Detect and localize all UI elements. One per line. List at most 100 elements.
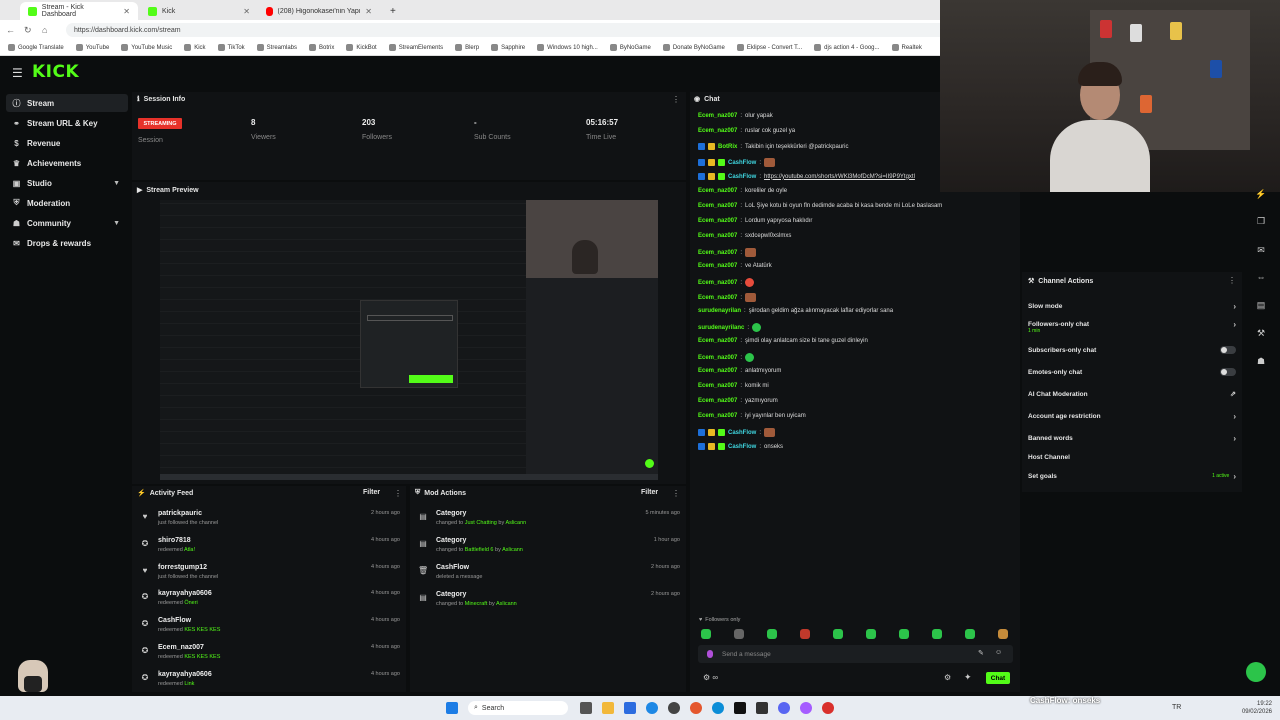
more-options-icon[interactable]: ⋮ [672,95,680,104]
discord-icon[interactable] [778,702,790,714]
mod-action-item[interactable]: 🗑 CashFlow deleted a message 2 hours ago [418,564,680,586]
activity-item[interactable]: ✪ shiro7818 redeemed Atla! 4 hours ago [140,537,400,559]
chevron-down-icon[interactable]: ▼ [113,180,120,187]
channel-action-control[interactable]: › [1233,434,1236,443]
chat-message[interactable]: Ecem_naz007: ve Atatürk [698,263,772,269]
file-explorer-icon[interactable] [602,702,614,714]
chat-username[interactable]: Ecem_naz007 [698,113,737,119]
language-indicator[interactable]: TR [1172,704,1181,711]
bookmark-item[interactable]: TikTok [217,44,245,51]
chat-username[interactable]: Ecem_naz007 [698,338,737,344]
activity-filter-button[interactable]: Filter [363,489,380,496]
chat-link[interactable]: https://youtube.com/shorts/rWKl3MofDcM?s… [764,174,915,180]
channel-action-banned-words[interactable]: Banned words › [1028,431,1240,445]
activity-username[interactable]: kayrayahya0606 [158,590,212,597]
chat-message[interactable]: Ecem_naz007: koreliler de oyle [698,188,787,194]
browser-tab[interactable]: Stream - Kick Dashboard ✕ [20,2,138,20]
channel-action-control[interactable]: › [1233,302,1236,311]
activity-username[interactable]: patrickpauric [158,510,202,517]
chat-username[interactable]: Ecem_naz007 [698,383,737,389]
chat-message[interactable]: Ecem_naz007: sxdcepwl0xslmxs [698,233,791,239]
chat-message[interactable]: Ecem_naz007: Lordum yapıyosa haklıdır [698,218,812,224]
quick-emote-icon[interactable] [932,629,942,639]
sidebar-item[interactable]: ♛ Achievements [6,154,128,172]
copy-icon[interactable]: ❐ [1252,216,1270,230]
mod-action-item[interactable]: ▤ Category changed to Just Chatting by Asl… [418,510,680,532]
chat-username[interactable]: CashFlow [728,444,756,450]
chat-username[interactable]: Ecem_naz007 [698,218,737,224]
quick-emote-icon[interactable] [965,629,975,639]
chat-message[interactable]: Ecem_naz007: LoL Şiye kotu bi oyun fln de… [698,203,942,209]
bookmark-item[interactable]: Botrix [309,44,334,51]
new-tab-button[interactable]: + [382,2,398,20]
chat-message-input[interactable]: Send a message [698,645,1013,663]
activity-username[interactable]: CashFlow [158,617,191,624]
sidebar-item[interactable]: $ Revenue [6,134,128,152]
sidebar-item[interactable]: ⓘ Stream [6,94,128,112]
chat-message[interactable]: BotRix: Takibin için teşekkürleri @patric… [698,143,848,150]
activity-item[interactable]: ✪ CashFlow redeemed KES KES KES 4 hours ago [140,617,400,639]
mod-action-item[interactable]: ▤ Category changed to Battlefield 6 by Asl… [418,537,680,559]
chat-message[interactable]: Ecem_naz007: [698,248,757,257]
store-icon[interactable] [624,702,636,714]
edge-icon[interactable] [646,702,658,714]
chat-message[interactable]: CashFlow: onseks [698,443,783,450]
chat-username[interactable]: CashFlow [728,160,756,166]
browser-tab[interactable]: (208) Higonokasei'nin Yapımı Japo... ✕ [258,2,380,20]
quick-emote-icon[interactable] [767,629,777,639]
clock[interactable]: 19:22 09/02/2026 [1242,700,1272,716]
activity-item[interactable]: ♥ forrestgump12 just followed the channel 4… [140,564,400,586]
bookmark-item[interactable]: djs action 4 - Goog... [814,44,880,51]
url-field[interactable]: https://dashboard.kick.com/stream [66,23,966,37]
bookmark-item[interactable]: Kick [184,44,206,51]
sidebar-item[interactable]: ☗ Community ▼ [6,214,128,232]
app-icon[interactable] [800,702,812,714]
channel-action-emotes-only-chat[interactable]: Emotes-only chat [1028,365,1240,379]
bookmark-item[interactable]: Sapphire [491,44,525,51]
browser-icon[interactable] [712,702,724,714]
mod-filter-button[interactable]: Filter [641,489,658,496]
channel-action-ai-chat-moderation[interactable]: AI Chat Moderation ⇗ [1028,387,1240,401]
chat-message[interactable]: surudenayrilan: şiirodan geldim ağza alın… [698,308,893,314]
activity-username[interactable]: Ecem_naz007 [158,644,204,651]
link-icon[interactable]: ⇔ [1252,272,1270,286]
channel-action-control[interactable] [1220,346,1236,354]
sidebar-item[interactable]: ⛨ Moderation [6,194,128,212]
chat-message[interactable]: CashFlow: [698,428,776,437]
quick-emote-icon[interactable] [866,629,876,639]
chevron-down-icon[interactable]: ▼ [113,220,120,227]
bookmark-item[interactable]: Blerp [455,44,479,51]
sidebar-item[interactable]: ✉ Drops & rewards [6,234,128,252]
channel-action-account-age-restriction[interactable]: Account age restriction › [1028,409,1240,423]
start-icon[interactable] [446,702,458,714]
chat-username[interactable]: Ecem_naz007 [698,368,737,374]
channel-action-control[interactable]: › [1233,412,1236,421]
channel-action-subscribers-only-chat[interactable]: Subscribers-only chat [1028,343,1240,357]
back-icon[interactable]: ← [6,25,18,35]
chat-message[interactable]: Ecem_naz007: [698,278,755,287]
activity-username[interactable]: kayrayahya0606 [158,671,212,678]
browser-tab[interactable]: Kick ✕ [140,2,258,20]
app-icon[interactable] [822,702,834,714]
channel-action-slow-mode[interactable]: Slow mode › [1028,299,1240,313]
bookmark-item[interactable]: YouTube Music [121,44,172,51]
chat-username[interactable]: Ecem_naz007 [698,280,737,286]
channel-action-control[interactable] [1220,368,1236,376]
bookmark-item[interactable]: Eklipse - Convert T... [736,44,802,51]
activity-item[interactable]: ✪ kayrayahya0606 redeemed Öneri 4 hours ago [140,590,400,612]
bookmark-item[interactable]: StreamElements [388,44,443,51]
chat-username[interactable]: Ecem_naz007 [698,188,737,194]
chat-username[interactable]: Ecem_naz007 [698,295,737,301]
channel-action-control[interactable]: 1 active › [1212,472,1236,481]
taskbar-search[interactable]: ⌕ Search [468,701,568,715]
chat-message[interactable]: Ecem_naz007: komik mi [698,383,769,389]
bookmark-item[interactable]: Donate ByNoGame [662,44,725,51]
chat-message[interactable]: Ecem_naz007: anlatmıyorum [698,368,781,374]
bookmark-item[interactable]: Windows 10 high... [537,44,598,51]
close-tab-icon[interactable]: ✕ [243,7,250,16]
quick-emote-icon[interactable] [899,629,909,639]
channel-action-control[interactable]: › [1233,320,1236,329]
chat-username[interactable]: surudenayrilanc [698,325,744,331]
wrench-icon[interactable]: ⚒ [1252,328,1270,342]
bolt-icon[interactable]: ⚡ [1252,189,1270,203]
